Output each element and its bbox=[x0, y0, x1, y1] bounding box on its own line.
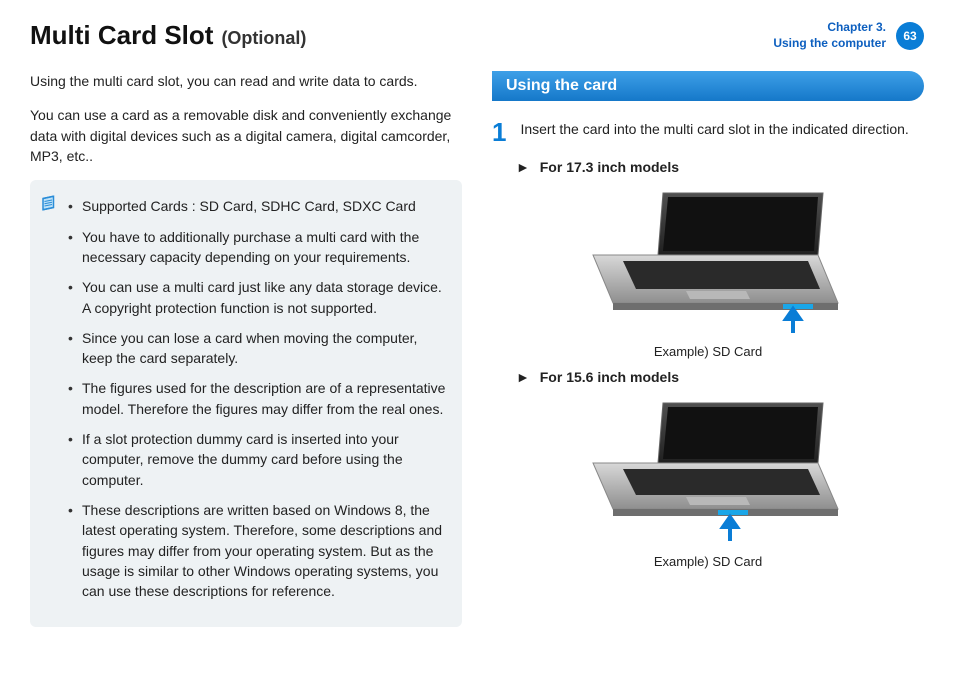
laptop-figure-17 bbox=[492, 185, 924, 338]
chapter-line2: Using the computer bbox=[773, 36, 886, 52]
laptop-illustration-icon bbox=[568, 185, 848, 338]
notes-box: Supported Cards : SD Card, SDHC Card, SD… bbox=[30, 180, 462, 627]
note-item: These descriptions are written based on … bbox=[68, 500, 446, 601]
note-item: Since you can lose a card when moving th… bbox=[68, 328, 446, 369]
note-icon bbox=[40, 194, 58, 217]
note-item: You can use a multi card just like any d… bbox=[68, 277, 446, 318]
laptop-figure-15 bbox=[492, 395, 924, 548]
left-column: Using the multi card slot, you can read … bbox=[30, 71, 462, 627]
right-column: Using the card 1 Insert the card into th… bbox=[492, 71, 924, 627]
notes-list: Supported Cards : SD Card, SDHC Card, SD… bbox=[68, 196, 446, 601]
intro-paragraph-1: Using the multi card slot, you can read … bbox=[30, 71, 462, 91]
page-title: Multi Card Slot bbox=[30, 20, 213, 51]
content-columns: Using the multi card slot, you can read … bbox=[30, 71, 924, 627]
figure-caption-17: Example) SD Card bbox=[492, 344, 924, 359]
subheading-15: ► For 15.6 inch models bbox=[516, 369, 924, 385]
section-heading: Using the card bbox=[492, 71, 924, 101]
header-meta: Chapter 3. Using the computer 63 bbox=[773, 20, 924, 51]
step-text: Insert the card into the multi card slot… bbox=[520, 119, 908, 145]
step-number: 1 bbox=[492, 119, 506, 145]
page-header: Multi Card Slot (Optional) Chapter 3. Us… bbox=[30, 20, 924, 51]
note-item: You have to additionally purchase a mult… bbox=[68, 227, 446, 268]
subheading-15-text: For 15.6 inch models bbox=[540, 369, 679, 385]
note-item: Supported Cards : SD Card, SDHC Card, SD… bbox=[68, 196, 446, 216]
page-number-badge: 63 bbox=[896, 22, 924, 50]
chapter-line1: Chapter 3. bbox=[773, 20, 886, 36]
subheading-17: ► For 17.3 inch models bbox=[516, 159, 924, 175]
intro-paragraph-2: You can use a card as a removable disk a… bbox=[30, 105, 462, 166]
note-item: If a slot protection dummy card is inser… bbox=[68, 429, 446, 490]
chapter-label: Chapter 3. Using the computer bbox=[773, 20, 886, 51]
note-item: The figures used for the description are… bbox=[68, 378, 446, 419]
page-title-group: Multi Card Slot (Optional) bbox=[30, 20, 306, 51]
laptop-illustration-icon bbox=[568, 395, 848, 548]
figure-caption-15: Example) SD Card bbox=[492, 554, 924, 569]
step-1: 1 Insert the card into the multi card sl… bbox=[492, 119, 924, 145]
page-title-optional: (Optional) bbox=[221, 28, 306, 49]
subheading-17-text: For 17.3 inch models bbox=[540, 159, 679, 175]
play-arrow-icon: ► bbox=[516, 369, 530, 385]
play-arrow-icon: ► bbox=[516, 159, 530, 175]
